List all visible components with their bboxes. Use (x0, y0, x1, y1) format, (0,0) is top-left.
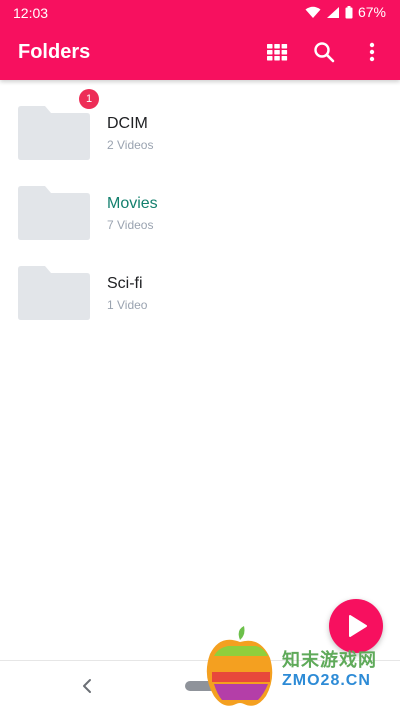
watermark-text-cn: 知末游戏网 (282, 650, 377, 670)
grid-view-icon[interactable] (265, 40, 289, 64)
app-bar: 12:03 67% Folders (0, 0, 400, 80)
folder-count: 7 Videos (107, 218, 154, 232)
new-count-badge: 1 (79, 89, 99, 109)
wifi-icon (305, 6, 321, 18)
back-chevron-icon[interactable] (80, 677, 94, 695)
folder-icon (18, 186, 90, 240)
folder-name: Sci-fi (107, 275, 143, 292)
search-icon[interactable] (312, 40, 336, 64)
signal-icon (326, 6, 339, 18)
battery-percent: 67% (357, 4, 386, 20)
folder-count: 2 Videos (107, 138, 154, 152)
more-vert-icon[interactable] (360, 40, 384, 64)
status-time: 12:03 (13, 5, 49, 21)
folder-row[interactable]: Sci-fi 1 Video (0, 256, 400, 336)
folder-row[interactable]: DCIM 2 Videos (0, 96, 400, 176)
folder-list: DCIM 2 Videos Movies 7 Videos Sci-fi 1 V… (0, 96, 400, 336)
folder-row[interactable]: Movies 7 Videos (0, 176, 400, 256)
folder-icon (18, 106, 90, 160)
status-bar: 12:03 67% (0, 0, 400, 26)
apple-logo (206, 626, 273, 706)
battery-icon (345, 5, 353, 18)
watermark-text-domain: ZMO28.CN (282, 672, 371, 689)
folder-count: 1 Video (107, 298, 148, 312)
status-indicators: 67% (305, 4, 386, 20)
page-title: Folders (18, 41, 91, 63)
folder-name: DCIM (107, 115, 148, 132)
watermark: 知末游戏网 ZMO28.CN (200, 626, 400, 711)
folder-icon (18, 266, 90, 320)
folder-name: Movies (107, 195, 158, 212)
